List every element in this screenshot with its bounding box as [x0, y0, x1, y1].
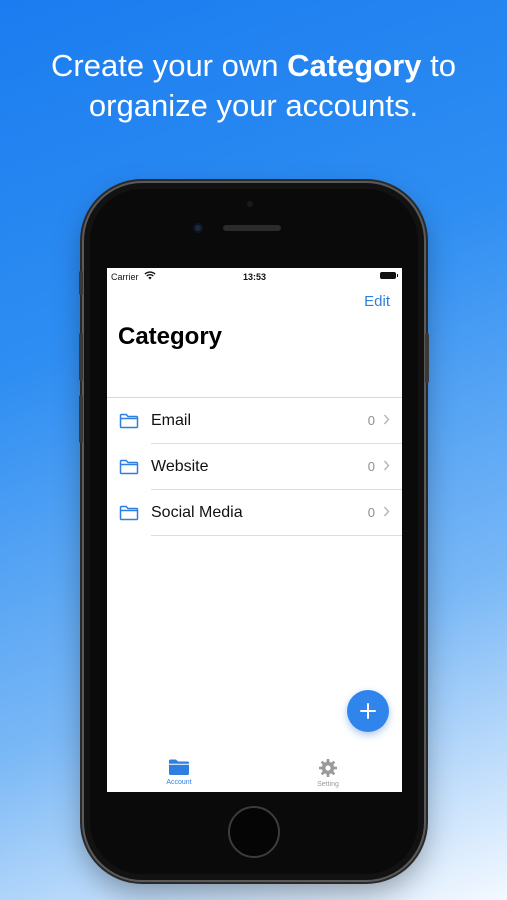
category-name: Website	[151, 458, 209, 475]
folder-icon	[119, 459, 139, 475]
status-time: 13:53	[242, 272, 267, 282]
headline-emphasis: Category	[287, 48, 422, 83]
gear-icon	[319, 759, 337, 777]
headline-line-1: Create your own Category to	[0, 46, 507, 86]
tab-setting[interactable]: Setting	[288, 758, 368, 788]
category-row-email[interactable]: Email 0	[107, 398, 402, 444]
promo-headline: Create your own Category to organize you…	[0, 46, 507, 126]
volume-up-button	[79, 333, 83, 381]
chevron-right-icon	[383, 506, 390, 517]
row-separator	[151, 535, 402, 536]
chevron-right-icon	[383, 414, 390, 425]
category-count: 0	[367, 413, 375, 428]
category-row-social-media[interactable]: Social Media 0	[107, 490, 402, 536]
category-name: Social Media	[151, 504, 243, 521]
folder-icon	[119, 413, 139, 429]
battery-icon	[380, 272, 398, 279]
add-category-button[interactable]	[347, 690, 389, 732]
status-bar: Carrier 13:53	[107, 268, 402, 286]
earpiece-speaker	[223, 225, 281, 231]
folder-icon	[119, 505, 139, 521]
phone-frame: Carrier 13:53 Edit Category Email 0 Webs…	[79, 183, 429, 880]
front-camera	[193, 223, 203, 233]
category-count: 0	[367, 505, 375, 520]
category-count: 0	[367, 459, 375, 474]
power-button	[425, 333, 429, 383]
tab-account-label: Account	[166, 779, 192, 786]
volume-down-button	[79, 395, 83, 443]
page-title: Category	[118, 323, 223, 350]
proximity-sensor	[247, 201, 253, 207]
app-screen: Carrier 13:53 Edit Category Email 0 Webs…	[107, 268, 402, 792]
chevron-right-icon	[383, 460, 390, 471]
category-name: Email	[151, 412, 192, 429]
plus-icon	[360, 703, 376, 719]
mute-switch	[79, 271, 83, 295]
headline-text-b: to	[421, 48, 456, 83]
edit-button[interactable]: Edit	[364, 293, 390, 310]
category-row-website[interactable]: Website 0	[107, 444, 402, 490]
headline-line-2: organize your accounts.	[88, 88, 419, 123]
tab-account[interactable]: Account	[139, 758, 219, 786]
category-list: Email 0 Website 0 Social Media 0	[107, 397, 402, 536]
tab-setting-label: Setting	[317, 781, 339, 788]
headline-text-a: Create your own	[51, 48, 288, 83]
tab-bar: Account Setting	[107, 758, 402, 792]
folder-fill-icon	[169, 759, 189, 775]
home-button[interactable]	[228, 806, 280, 858]
